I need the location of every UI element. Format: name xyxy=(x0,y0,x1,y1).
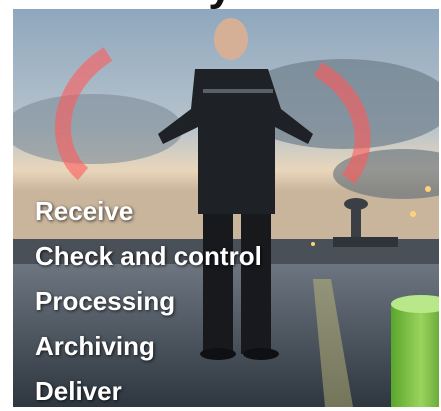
step-processing: Processing xyxy=(35,286,176,316)
jacket-reflective-stripe xyxy=(203,89,273,93)
step-archiving: Archiving xyxy=(35,331,155,361)
lamp xyxy=(425,186,431,192)
hero-photo: Receive Check and control Processing Arc… xyxy=(13,9,439,407)
step-check-and-control: Check and control xyxy=(35,241,262,271)
step-receive: Receive xyxy=(35,196,134,226)
lamp xyxy=(410,211,416,217)
green-cylinder xyxy=(391,304,439,407)
process-steps-list: Receive Check and control Processing Arc… xyxy=(35,189,262,407)
control-tower-top xyxy=(344,198,368,210)
lamp xyxy=(311,242,315,246)
step-deliver: Deliver xyxy=(35,376,122,406)
person-head xyxy=(214,18,248,60)
terminal-sign xyxy=(333,237,398,247)
